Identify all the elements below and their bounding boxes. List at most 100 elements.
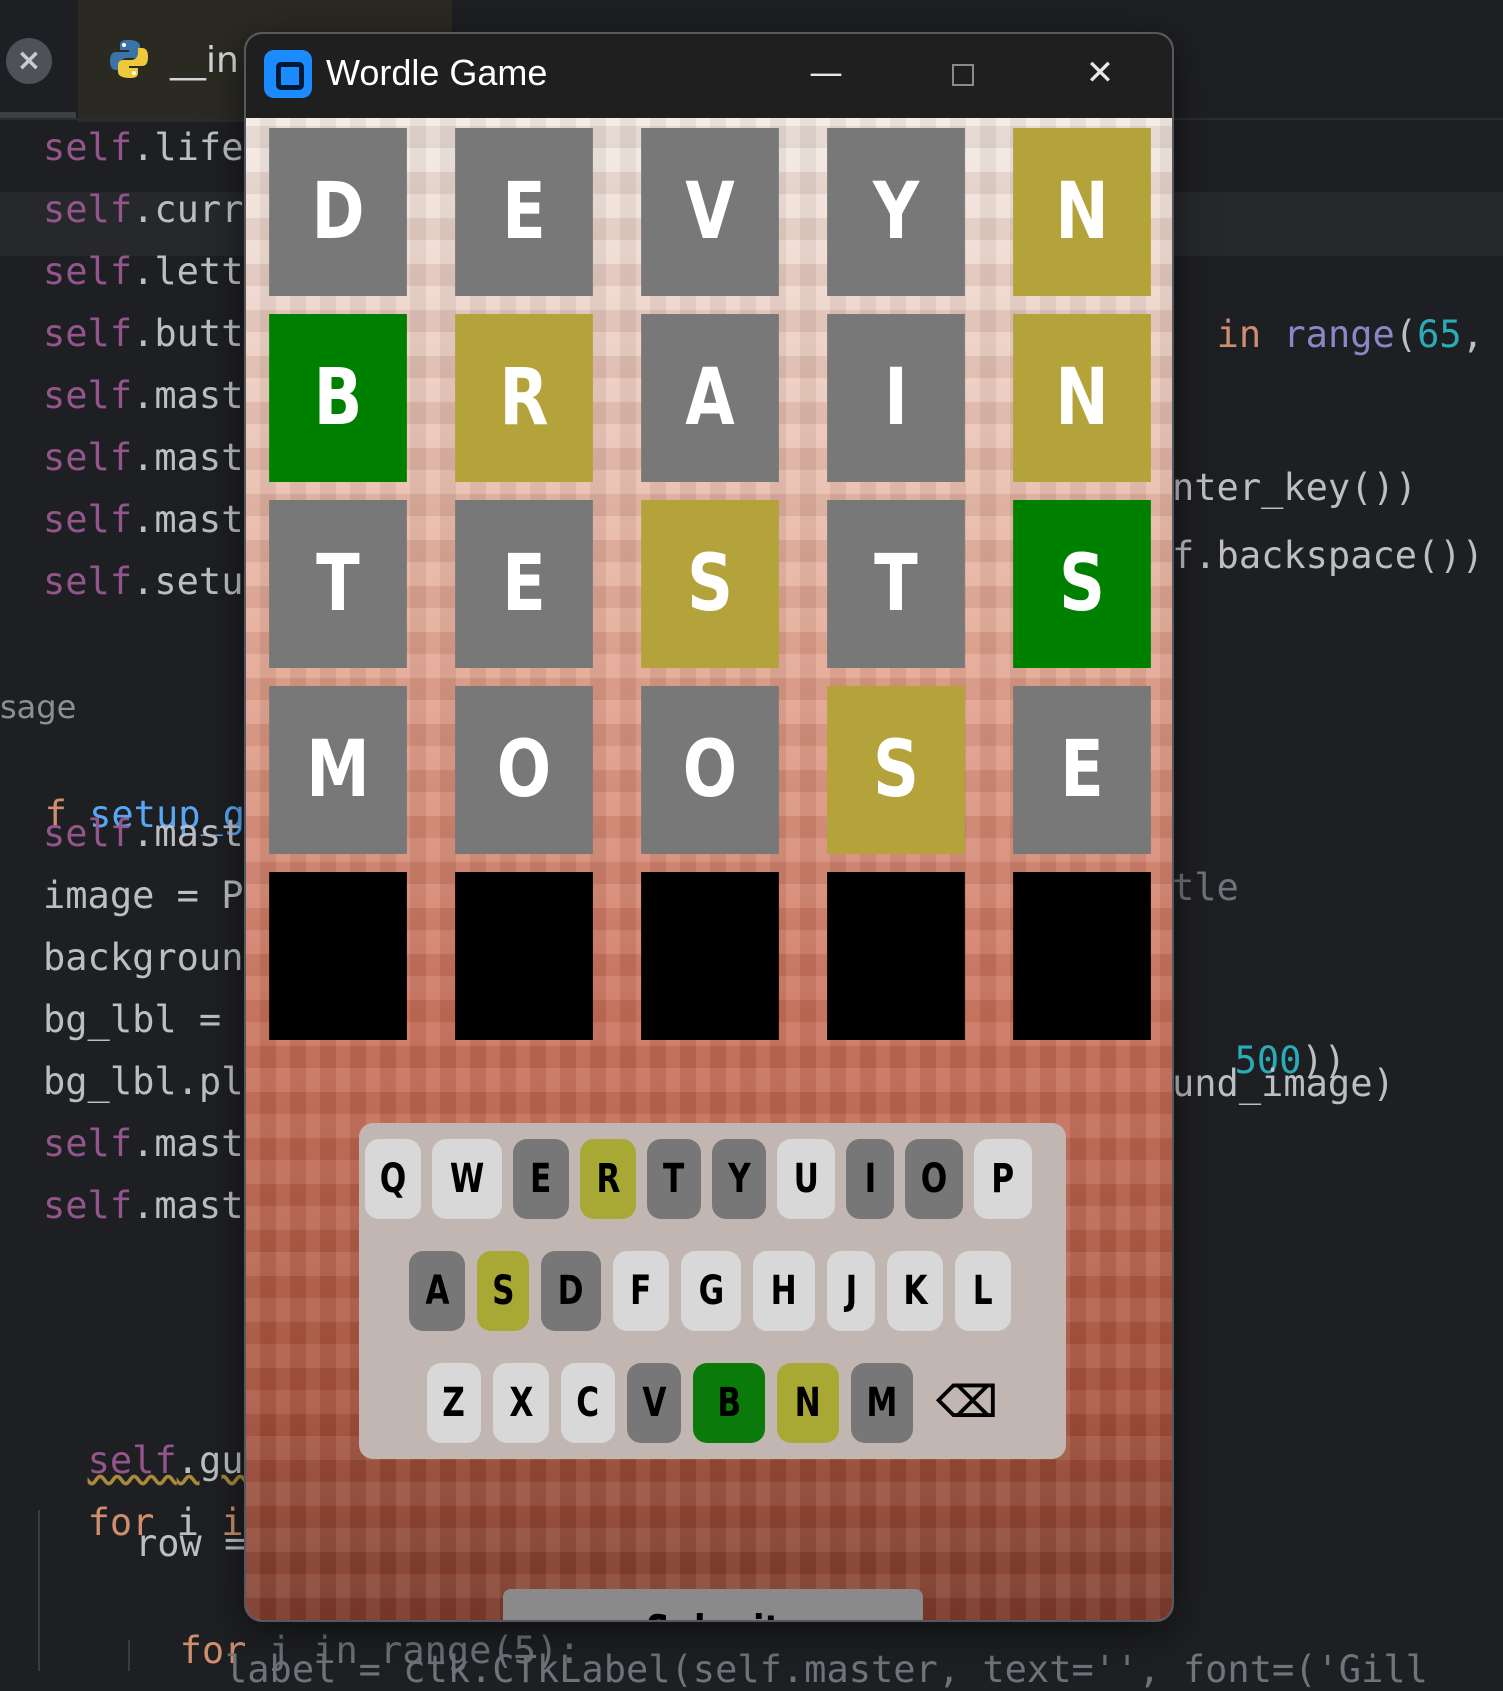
grid-tile: E (455, 128, 593, 296)
code-line: self.mast (43, 1122, 244, 1165)
key-f[interactable]: F (613, 1251, 669, 1331)
maximize-icon (952, 63, 974, 86)
code-token: .mast (132, 1122, 244, 1165)
grid-tile: N (1013, 314, 1151, 482)
number-token: 65 (1417, 313, 1462, 356)
wordle-window: Wordle Game — ✕ DEVYNBRAINTESTSMOOSE QWE… (244, 32, 1174, 1622)
key-r[interactable]: R (580, 1139, 636, 1219)
backspace-key[interactable]: ⌫ (925, 1363, 1009, 1443)
grid-tile: V (641, 128, 779, 296)
close-tab-icon[interactable]: × (6, 38, 52, 84)
code-token: .mast (132, 812, 244, 855)
key-o[interactable]: O (905, 1139, 963, 1219)
code-line: self.curr (43, 188, 244, 231)
key-label: J (845, 1268, 857, 1314)
code-token: .mast (132, 1184, 244, 1227)
code-line: bg_lbl.pl (43, 1060, 243, 1103)
key-c[interactable]: C (561, 1363, 615, 1443)
key-label: T (663, 1156, 685, 1202)
code-token: bg_lbl.pl (43, 1060, 244, 1103)
key-k[interactable]: K (887, 1251, 943, 1331)
key-a[interactable]: A (409, 1251, 465, 1331)
code-token: .mast (132, 498, 244, 541)
key-p[interactable]: P (974, 1139, 1032, 1219)
key-label: N (794, 1380, 822, 1426)
title-bar[interactable]: Wordle Game — ✕ (246, 34, 1172, 118)
key-q[interactable]: Q (365, 1139, 421, 1219)
grid-tile: O (455, 686, 593, 854)
key-label: U (793, 1156, 819, 1202)
key-x[interactable]: X (493, 1363, 549, 1443)
in-keyword: in (1216, 313, 1262, 356)
key-v[interactable]: V (627, 1363, 681, 1443)
self-token: self (43, 312, 133, 355)
key-label: Q (379, 1156, 407, 1202)
self-token: self (43, 436, 133, 479)
key-label: F (630, 1268, 652, 1314)
close-button[interactable]: ✕ (1040, 34, 1160, 118)
code-token: .life (132, 126, 244, 169)
grid-tile: S (1013, 500, 1151, 668)
key-label: A (424, 1268, 450, 1314)
key-u[interactable]: U (777, 1139, 835, 1219)
key-label: K (902, 1268, 928, 1314)
code-line: self.mast (43, 1184, 244, 1227)
key-label: Y (727, 1156, 751, 1202)
code-line: image = P (43, 874, 243, 917)
grid-tile: I (827, 314, 965, 482)
key-d[interactable]: D (541, 1251, 601, 1331)
paren: ( (1394, 313, 1418, 356)
grid-tile: S (827, 686, 965, 854)
key-y[interactable]: Y (712, 1139, 766, 1219)
key-g[interactable]: G (681, 1251, 741, 1331)
key-e[interactable]: E (513, 1139, 569, 1219)
key-z[interactable]: Z (427, 1363, 481, 1443)
code-token: backgroun (43, 936, 244, 979)
key-s[interactable]: S (477, 1251, 529, 1331)
code-line-title: tle (1172, 866, 1239, 909)
tab-underline (0, 112, 76, 118)
grid-tile: R (455, 314, 593, 482)
key-i[interactable]: I (846, 1139, 894, 1219)
grid-tile: A (641, 314, 779, 482)
code-line: bg_lbl = (43, 998, 243, 1041)
grid-tile: T (269, 500, 407, 668)
minimize-button[interactable]: — (766, 34, 886, 118)
self-token: self (43, 250, 133, 293)
code-token: .lett (132, 250, 244, 293)
on-screen-keyboard: Q W E R T Y U I O P A S D F G H J K L Z X C V B N M ⌫ (359, 1123, 1066, 1459)
code-line: backgroun (43, 936, 243, 979)
code-line: self.setu (43, 560, 244, 603)
grid-tile: T (827, 500, 965, 668)
indent-guide (128, 1640, 130, 1671)
code-line-label: label = ctk.CTkLabel(self.master, text='… (225, 1648, 1428, 1691)
submit-button[interactable]: Submit (503, 1589, 923, 1620)
grid-tile: E (455, 500, 593, 668)
key-w[interactable]: W (432, 1139, 502, 1219)
key-label: B (717, 1380, 741, 1426)
key-label: M (866, 1380, 898, 1426)
key-t[interactable]: T (647, 1139, 701, 1219)
grid-tile: S (641, 500, 779, 668)
key-h[interactable]: H (753, 1251, 815, 1331)
key-m[interactable]: M (851, 1363, 913, 1443)
code-token: .setu (132, 560, 244, 603)
submit-label: Submit (646, 1589, 781, 1620)
maximize-button[interactable] (903, 34, 1023, 118)
key-l[interactable]: L (955, 1251, 1011, 1331)
code-line: self.mast (43, 436, 244, 479)
self-token: self (43, 1122, 133, 1165)
key-label: C (576, 1380, 600, 1426)
key-label: D (558, 1268, 584, 1314)
key-label: X (508, 1380, 534, 1426)
code-line: self.mast (43, 812, 244, 855)
key-b[interactable]: B (693, 1363, 765, 1443)
grid-tile: B (269, 314, 407, 482)
game-area: DEVYNBRAINTESTSMOOSE QWERTYUIOPASDFGHJKL… (246, 118, 1172, 1620)
grid-tile: N (1013, 128, 1151, 296)
self-token: self (43, 498, 133, 541)
key-j[interactable]: J (827, 1251, 875, 1331)
key-n[interactable]: N (777, 1363, 839, 1443)
usage-hint: sage (0, 688, 77, 726)
grid-tile: O (641, 686, 779, 854)
